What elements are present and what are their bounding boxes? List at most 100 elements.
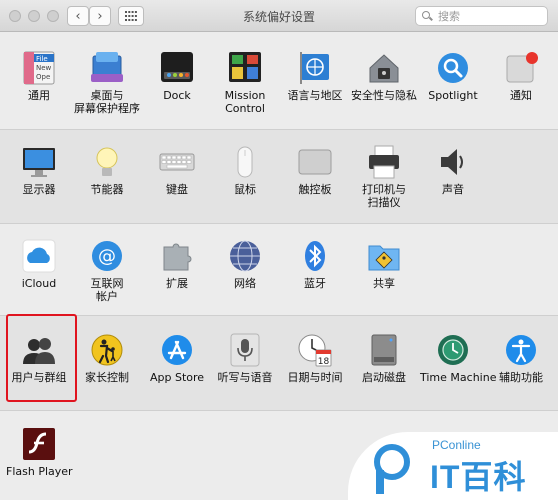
watermark-logo-icon <box>374 444 410 494</box>
pane-energy[interactable]: 节能器 <box>74 144 140 196</box>
pane-desktop[interactable]: 桌面与 屏幕保护程序 <box>74 50 140 115</box>
pane-language[interactable]: 语言与地区 <box>282 50 348 102</box>
pane-label: 家长控制 <box>85 371 129 384</box>
pane-internet-accounts[interactable]: @ 互联网 帐户 <box>74 238 140 303</box>
pane-label: 声音 <box>442 183 464 196</box>
trackpad-icon <box>297 144 333 180</box>
svg-text:Ope: Ope <box>36 73 50 81</box>
pane-label: 鼠标 <box>234 183 256 196</box>
pane-label: Spotlight <box>428 89 478 102</box>
svg-text:18: 18 <box>318 357 330 367</box>
pane-network[interactable]: 网络 <box>212 238 278 290</box>
desktop-icon <box>89 50 125 86</box>
house-lock-icon <box>366 50 402 86</box>
pane-mouse[interactable]: 鼠标 <box>212 144 278 196</box>
pane-label: 触控板 <box>298 183 332 196</box>
pane-spotlight[interactable]: Spotlight <box>420 50 486 102</box>
keyboard-icon <box>159 144 195 180</box>
watermark-small-text: PConline <box>432 438 481 452</box>
globe-flag-icon <box>297 50 333 86</box>
pane-label: 通知 <box>510 89 532 102</box>
magnifier-icon <box>435 50 471 86</box>
printer-icon <box>366 144 402 180</box>
display-icon <box>21 144 57 180</box>
dock-icon <box>159 50 195 86</box>
pane-general[interactable]: File New Ope 通用 <box>6 50 72 102</box>
search-icon <box>422 11 432 21</box>
highlight-box <box>6 314 77 402</box>
pane-security[interactable]: 安全性与隐私 <box>351 50 417 102</box>
pane-label: 打印机与 扫描仪 <box>362 183 406 209</box>
pane-label: 桌面与 屏幕保护程序 <box>74 89 140 115</box>
bluetooth-icon <box>297 238 333 274</box>
pane-label: 共享 <box>373 277 395 290</box>
pane-label: 日期与时间 <box>287 371 343 384</box>
pane-parental[interactable]: 家长控制 <box>74 332 140 384</box>
pane-dock[interactable]: Dock <box>144 50 210 102</box>
pane-label: 辅助功能 <box>499 371 543 384</box>
pane-dictation[interactable]: 听写与语音 <box>212 332 278 384</box>
pane-extensions[interactable]: 扩展 <box>144 238 210 290</box>
watermark-big-text: IT百科 <box>430 459 527 495</box>
search-field[interactable]: 搜索 <box>415 6 548 26</box>
network-globe-icon <box>227 238 263 274</box>
parental-controls-icon <box>89 332 125 368</box>
pane-label: iCloud <box>21 277 57 290</box>
pane-printers[interactable]: 打印机与 扫描仪 <box>351 144 417 209</box>
svg-text:New: New <box>36 64 52 72</box>
pane-flash-player[interactable]: Flash Player <box>6 426 73 478</box>
pane-mission-control[interactable]: Mission Control <box>212 50 278 115</box>
at-sign-icon: @ <box>89 238 125 274</box>
title-bar: ‹ › 系统偏好设置 搜索 <box>0 0 558 32</box>
app-store-icon <box>159 332 195 368</box>
pane-label: 扩展 <box>166 277 188 290</box>
svg-text:File: File <box>36 55 48 63</box>
notifications-icon <box>503 50 539 86</box>
microphone-icon <box>227 332 263 368</box>
pane-label: Flash Player <box>6 465 73 478</box>
mission-control-icon <box>227 50 263 86</box>
hard-disk-icon <box>366 332 402 368</box>
pane-sharing[interactable]: 共享 <box>351 238 417 290</box>
pane-label: 互联网 帐户 <box>90 277 124 303</box>
pane-displays[interactable]: 显示器 <box>6 144 72 196</box>
lightbulb-icon <box>89 144 125 180</box>
search-placeholder: 搜索 <box>438 10 460 23</box>
pane-label: 网络 <box>234 277 256 290</box>
pane-label: Mission Control <box>224 89 266 115</box>
pane-startup-disk[interactable]: 启动磁盘 <box>351 332 417 384</box>
time-machine-icon <box>435 332 471 368</box>
pane-label: 安全性与隐私 <box>351 89 417 102</box>
pane-label: Time Machine <box>420 371 497 384</box>
cloud-icon <box>21 238 57 274</box>
pane-label: App Store <box>149 371 205 384</box>
speaker-icon <box>435 144 471 180</box>
pane-sound[interactable]: 声音 <box>420 144 486 196</box>
clock-calendar-icon: 18 <box>297 332 333 368</box>
pane-label: 通用 <box>28 89 50 102</box>
pane-app-store[interactable]: App Store <box>144 332 210 384</box>
sharing-folder-icon <box>366 238 402 274</box>
pane-label: Dock <box>163 89 191 102</box>
puzzle-icon <box>159 238 195 274</box>
pane-keyboard[interactable]: 键盘 <box>144 144 210 196</box>
pane-label: 显示器 <box>22 183 56 196</box>
pane-label: 启动磁盘 <box>362 371 406 384</box>
mouse-icon <box>227 144 263 180</box>
general-icon: File New Ope <box>21 50 57 86</box>
pane-time-machine[interactable]: Time Machine <box>420 332 497 384</box>
pane-label: 语言与地区 <box>287 89 343 102</box>
pane-notifications[interactable]: 通知 <box>488 50 554 102</box>
svg-text:@: @ <box>98 246 116 267</box>
pane-icloud[interactable]: iCloud <box>6 238 72 290</box>
pane-label: 节能器 <box>90 183 124 196</box>
pane-label: 蓝牙 <box>304 277 326 290</box>
flash-icon <box>21 426 57 462</box>
pane-bluetooth[interactable]: 蓝牙 <box>282 238 348 290</box>
pane-label: 键盘 <box>166 183 188 196</box>
pane-label: 听写与语音 <box>217 371 273 384</box>
pane-accessibility[interactable]: 辅助功能 <box>488 332 554 384</box>
accessibility-icon <box>503 332 539 368</box>
pane-trackpad[interactable]: 触控板 <box>282 144 348 196</box>
pane-date-time[interactable]: 18 日期与时间 <box>282 332 348 384</box>
